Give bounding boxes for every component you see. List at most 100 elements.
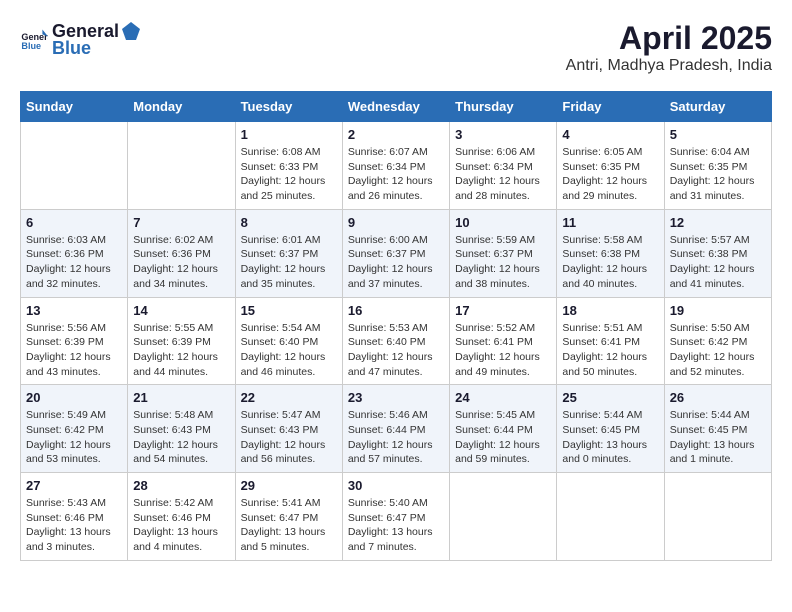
day-number: 18 <box>562 303 658 318</box>
day-detail: Sunrise: 5:54 AM Sunset: 6:40 PM Dayligh… <box>241 321 337 380</box>
calendar-cell: 29 Sunrise: 5:41 AM Sunset: 6:47 PM Dayli… <box>235 473 342 561</box>
calendar-cell <box>664 473 771 561</box>
calendar-cell: 3 Sunrise: 6:06 AM Sunset: 6:34 PM Daylig… <box>450 122 557 210</box>
calendar-cell: 10 Sunrise: 5:59 AM Sunset: 6:37 PM Dayli… <box>450 209 557 297</box>
calendar-cell: 8Sunrise: 6:01 AM Sunset: 6:37 PM Daylig… <box>235 209 342 297</box>
day-number: 8 <box>241 215 337 230</box>
calendar-cell: 28Sunrise: 5:42 AM Sunset: 6:46 PM Dayli… <box>128 473 235 561</box>
day-detail: Sunrise: 6:06 AM Sunset: 6:34 PM Dayligh… <box>455 145 551 204</box>
calendar-week-row: 13 Sunrise: 5:56 AM Sunset: 6:39 PM Dayli… <box>21 297 772 385</box>
weekday-header: Wednesday <box>342 92 449 122</box>
day-number: 25 <box>562 390 658 405</box>
day-detail: Sunrise: 5:43 AM Sunset: 6:46 PM Dayligh… <box>26 496 122 555</box>
day-detail: Sunrise: 6:03 AM Sunset: 6:36 PM Dayligh… <box>26 233 122 292</box>
day-number: 22 <box>241 390 337 405</box>
day-number: 29 <box>241 478 337 493</box>
day-detail: Sunrise: 5:44 AM Sunset: 6:45 PM Dayligh… <box>562 408 658 467</box>
day-detail: Sunrise: 5:40 AM Sunset: 6:47 PM Dayligh… <box>348 496 444 555</box>
day-detail: Sunrise: 5:52 AM Sunset: 6:41 PM Dayligh… <box>455 321 551 380</box>
svg-text:Blue: Blue <box>21 41 41 51</box>
day-detail: Sunrise: 6:02 AM Sunset: 6:36 PM Dayligh… <box>133 233 229 292</box>
calendar-week-row: 1 Sunrise: 6:08 AM Sunset: 6:33 PM Daylig… <box>21 122 772 210</box>
day-number: 24 <box>455 390 551 405</box>
logo-flag-icon <box>120 20 142 42</box>
calendar-cell: 13 Sunrise: 5:56 AM Sunset: 6:39 PM Dayli… <box>21 297 128 385</box>
day-number: 4 <box>562 127 658 142</box>
day-detail: Sunrise: 5:58 AM Sunset: 6:38 PM Dayligh… <box>562 233 658 292</box>
day-number: 11 <box>562 215 658 230</box>
day-detail: Sunrise: 6:04 AM Sunset: 6:35 PM Dayligh… <box>670 145 766 204</box>
calendar-cell: 21Sunrise: 5:48 AM Sunset: 6:43 PM Dayli… <box>128 385 235 473</box>
day-detail: Sunrise: 5:46 AM Sunset: 6:44 PM Dayligh… <box>348 408 444 467</box>
calendar-cell: 18 Sunrise: 5:51 AM Sunset: 6:41 PM Dayli… <box>557 297 664 385</box>
day-detail: Sunrise: 5:53 AM Sunset: 6:40 PM Dayligh… <box>348 321 444 380</box>
day-detail: Sunrise: 5:56 AM Sunset: 6:39 PM Dayligh… <box>26 321 122 380</box>
calendar-cell <box>128 122 235 210</box>
calendar-header-row: SundayMondayTuesdayWednesdayThursdayFrid… <box>21 92 772 122</box>
calendar-cell: 16 Sunrise: 5:53 AM Sunset: 6:40 PM Dayli… <box>342 297 449 385</box>
location-title: Antri, Madhya Pradesh, India <box>566 57 772 75</box>
day-detail: Sunrise: 5:45 AM Sunset: 6:44 PM Dayligh… <box>455 408 551 467</box>
day-detail: Sunrise: 6:08 AM Sunset: 6:33 PM Dayligh… <box>241 145 337 204</box>
day-detail: Sunrise: 6:07 AM Sunset: 6:34 PM Dayligh… <box>348 145 444 204</box>
weekday-header: Saturday <box>664 92 771 122</box>
calendar-cell: 14Sunrise: 5:55 AM Sunset: 6:39 PM Dayli… <box>128 297 235 385</box>
day-number: 10 <box>455 215 551 230</box>
day-number: 30 <box>348 478 444 493</box>
day-detail: Sunrise: 6:00 AM Sunset: 6:37 PM Dayligh… <box>348 233 444 292</box>
day-number: 3 <box>455 127 551 142</box>
day-number: 9 <box>348 215 444 230</box>
day-number: 6 <box>26 215 122 230</box>
calendar-cell: 7 Sunrise: 6:02 AM Sunset: 6:36 PM Daylig… <box>128 209 235 297</box>
calendar-cell: 4Sunrise: 6:05 AM Sunset: 6:35 PM Daylig… <box>557 122 664 210</box>
title-area: April 2025 Antri, Madhya Pradesh, India <box>566 20 772 75</box>
day-detail: Sunrise: 5:44 AM Sunset: 6:45 PM Dayligh… <box>670 408 766 467</box>
calendar-cell: 23 Sunrise: 5:46 AM Sunset: 6:44 PM Dayli… <box>342 385 449 473</box>
calendar-cell: 1 Sunrise: 6:08 AM Sunset: 6:33 PM Daylig… <box>235 122 342 210</box>
calendar-cell: 2Sunrise: 6:07 AM Sunset: 6:34 PM Daylig… <box>342 122 449 210</box>
calendar-week-row: 6 Sunrise: 6:03 AM Sunset: 6:36 PM Daylig… <box>21 209 772 297</box>
day-number: 20 <box>26 390 122 405</box>
day-detail: Sunrise: 5:47 AM Sunset: 6:43 PM Dayligh… <box>241 408 337 467</box>
day-detail: Sunrise: 5:59 AM Sunset: 6:37 PM Dayligh… <box>455 233 551 292</box>
day-detail: Sunrise: 5:50 AM Sunset: 6:42 PM Dayligh… <box>670 321 766 380</box>
calendar-cell: 30 Sunrise: 5:40 AM Sunset: 6:47 PM Dayli… <box>342 473 449 561</box>
day-number: 1 <box>241 127 337 142</box>
calendar-week-row: 20 Sunrise: 5:49 AM Sunset: 6:42 PM Dayli… <box>21 385 772 473</box>
day-number: 5 <box>670 127 766 142</box>
calendar-cell: 26 Sunrise: 5:44 AM Sunset: 6:45 PM Dayli… <box>664 385 771 473</box>
weekday-header: Thursday <box>450 92 557 122</box>
logo: General Blue General Blue <box>20 20 143 59</box>
day-number: 26 <box>670 390 766 405</box>
calendar-cell: 11 Sunrise: 5:58 AM Sunset: 6:38 PM Dayli… <box>557 209 664 297</box>
weekday-header: Monday <box>128 92 235 122</box>
calendar-cell: 5 Sunrise: 6:04 AM Sunset: 6:35 PM Daylig… <box>664 122 771 210</box>
day-number: 13 <box>26 303 122 318</box>
logo-icon: General Blue <box>20 26 48 54</box>
day-number: 19 <box>670 303 766 318</box>
calendar: SundayMondayTuesdayWednesdayThursdayFrid… <box>20 91 772 561</box>
calendar-cell: 19 Sunrise: 5:50 AM Sunset: 6:42 PM Dayli… <box>664 297 771 385</box>
day-number: 16 <box>348 303 444 318</box>
day-number: 23 <box>348 390 444 405</box>
day-detail: Sunrise: 5:57 AM Sunset: 6:38 PM Dayligh… <box>670 233 766 292</box>
calendar-cell: 15Sunrise: 5:54 AM Sunset: 6:40 PM Dayli… <box>235 297 342 385</box>
weekday-header: Sunday <box>21 92 128 122</box>
day-number: 27 <box>26 478 122 493</box>
calendar-cell: 17Sunrise: 5:52 AM Sunset: 6:41 PM Dayli… <box>450 297 557 385</box>
day-detail: Sunrise: 5:51 AM Sunset: 6:41 PM Dayligh… <box>562 321 658 380</box>
day-number: 7 <box>133 215 229 230</box>
day-detail: Sunrise: 5:55 AM Sunset: 6:39 PM Dayligh… <box>133 321 229 380</box>
calendar-cell: 20 Sunrise: 5:49 AM Sunset: 6:42 PM Dayli… <box>21 385 128 473</box>
calendar-cell: 25 Sunrise: 5:44 AM Sunset: 6:45 PM Dayli… <box>557 385 664 473</box>
calendar-cell <box>557 473 664 561</box>
day-detail: Sunrise: 5:41 AM Sunset: 6:47 PM Dayligh… <box>241 496 337 555</box>
calendar-cell <box>450 473 557 561</box>
calendar-cell: 27 Sunrise: 5:43 AM Sunset: 6:46 PM Dayli… <box>21 473 128 561</box>
month-title: April 2025 <box>566 20 772 57</box>
day-detail: Sunrise: 5:49 AM Sunset: 6:42 PM Dayligh… <box>26 408 122 467</box>
header: General Blue General Blue April 2025 Ant… <box>20 20 772 75</box>
calendar-cell: 9 Sunrise: 6:00 AM Sunset: 6:37 PM Daylig… <box>342 209 449 297</box>
calendar-cell: 12Sunrise: 5:57 AM Sunset: 6:38 PM Dayli… <box>664 209 771 297</box>
calendar-cell <box>21 122 128 210</box>
